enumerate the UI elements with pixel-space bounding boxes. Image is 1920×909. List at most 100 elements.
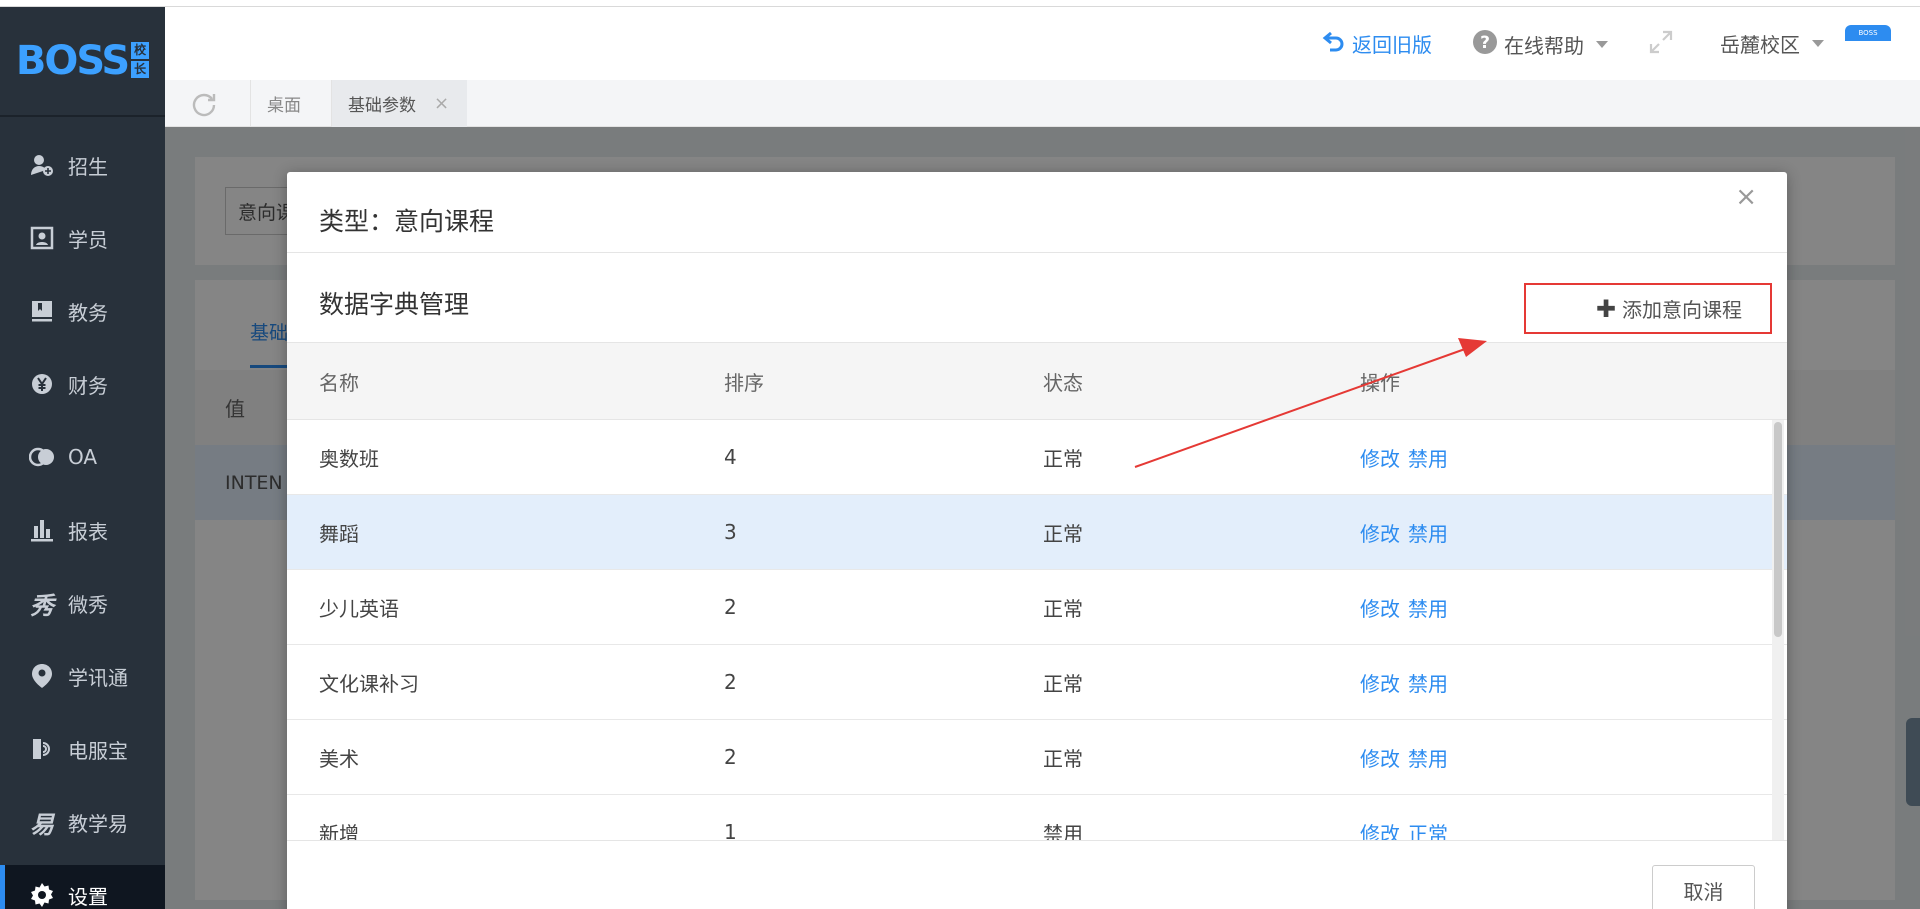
scrollbar-thumb[interactable]	[1774, 422, 1782, 637]
edit-link[interactable]: 修改	[1360, 443, 1400, 472]
sort-order: 2	[724, 745, 737, 769]
sidebar-item-jiaoxueyi[interactable]: 易 教学易	[0, 792, 165, 852]
row-actions: 修改 禁用	[1360, 420, 1456, 494]
chart-icon	[28, 516, 56, 544]
status-text: 正常	[1043, 596, 1083, 621]
expand-icon	[1648, 29, 1674, 60]
chevron-down-icon	[1812, 40, 1824, 47]
row-actions: 修改 正常	[1360, 795, 1456, 841]
phone-service-icon	[28, 735, 56, 763]
undo-icon	[1322, 29, 1346, 58]
logo[interactable]: BOSS 校 长	[0, 7, 165, 117]
sort-order: 3	[724, 520, 737, 544]
sidebar-item-academic[interactable]: 教务	[0, 281, 165, 341]
edit-link[interactable]: 修改	[1360, 593, 1400, 622]
back-old-version-link[interactable]: 返回旧版	[1322, 29, 1432, 58]
toggle-status-link[interactable]: 禁用	[1408, 668, 1448, 697]
sidebar-item-weixiu[interactable]: 秀 微秀	[0, 573, 165, 633]
teach-icon: 易	[30, 810, 54, 839]
table-row[interactable]: 文化课补习 2 正常 修改 禁用	[287, 645, 1787, 720]
toggle-status-link[interactable]: 正常	[1408, 818, 1448, 841]
edit-link[interactable]: 修改	[1360, 518, 1400, 547]
tab-basic-params[interactable]: 基础参数 ×	[331, 80, 468, 127]
sidebar-item-finance[interactable]: 财务	[0, 354, 165, 414]
campus-selector[interactable]: 岳麓校区	[1720, 29, 1824, 58]
sidebar-item-oa[interactable]: OA	[0, 427, 165, 487]
sidebar-item-dianfubao[interactable]: 电服宝	[0, 719, 165, 779]
sidebar-item-enroll[interactable]: 招生	[0, 135, 165, 195]
row-actions: 修改 禁用	[1360, 720, 1456, 794]
book-icon	[28, 297, 56, 325]
help-label: 在线帮助	[1504, 34, 1584, 58]
add-button-label: 添加意向课程	[1622, 298, 1742, 322]
table-row[interactable]: 新增 1 禁用 修改 正常	[287, 795, 1787, 840]
table-row[interactable]: 舞蹈 3 正常 修改 禁用	[287, 495, 1787, 570]
sidebar-item-label: 报表	[68, 519, 108, 544]
sidebar-item-label: 电服宝	[68, 738, 128, 763]
sidebar-item-label: OA	[68, 445, 98, 469]
course-name: 少儿英语	[319, 596, 399, 621]
weixiu-icon: 秀	[30, 591, 54, 620]
table-header: 名称 排序 状态 操作	[287, 342, 1787, 420]
dictionary-modal: 类型：意向课程 × 数据字典管理 ✚ 添加意向课程 名称 排序 状态 操作 奥数…	[287, 172, 1787, 909]
avatar-badge: BOSS	[1845, 25, 1891, 41]
scrollbar[interactable]	[1772, 420, 1784, 840]
edit-link[interactable]: 修改	[1360, 668, 1400, 697]
svg-text:?: ?	[1480, 33, 1490, 53]
gear-icon	[28, 881, 56, 909]
edit-link[interactable]: 修改	[1360, 743, 1400, 772]
refresh-icon[interactable]	[191, 91, 217, 121]
plus-icon: ✚	[1595, 294, 1616, 323]
sidebar-item-settings[interactable]: 设置	[0, 865, 165, 909]
enroll-icon	[28, 151, 56, 179]
tab-label: 桌面	[267, 96, 301, 116]
online-help-menu[interactable]: ? 在线帮助	[1472, 29, 1608, 60]
row-actions: 修改 禁用	[1360, 495, 1456, 569]
cancel-button[interactable]: 取消	[1652, 865, 1755, 909]
row-actions: 修改 禁用	[1360, 570, 1456, 644]
toggle-status-link[interactable]: 禁用	[1408, 743, 1448, 772]
table-row[interactable]: 少儿英语 2 正常 修改 禁用	[287, 570, 1787, 645]
divider	[287, 840, 1787, 841]
tab-bar: 桌面 基础参数 ×	[165, 80, 1920, 127]
floating-widget[interactable]	[1906, 718, 1920, 806]
table-row[interactable]: 奥数班 4 正常 修改 禁用	[287, 420, 1787, 495]
sidebar-item-label: 学员	[68, 227, 108, 252]
sidebar-item-report[interactable]: 报表	[0, 500, 165, 560]
column-header-actions: 操作	[1360, 370, 1400, 395]
tab-close-icon[interactable]: ×	[434, 93, 449, 114]
column-header-status: 状态	[1043, 370, 1083, 395]
fullscreen-button[interactable]	[1648, 29, 1674, 60]
tab-desktop[interactable]: 桌面	[250, 80, 317, 127]
sidebar-item-label: 财务	[68, 373, 108, 398]
oa-icon	[28, 443, 56, 471]
course-name: 舞蹈	[319, 521, 359, 546]
tab-label: 基础参数	[348, 96, 416, 116]
modal-title: 类型：意向课程	[319, 207, 495, 236]
sidebar-item-student[interactable]: 学员	[0, 208, 165, 268]
chevron-down-icon	[1596, 41, 1608, 48]
course-name: 美术	[319, 746, 359, 771]
add-intent-course-button[interactable]: ✚ 添加意向课程	[1524, 283, 1772, 334]
sort-order: 2	[724, 595, 737, 619]
logo-badge: 校 长	[131, 42, 150, 80]
close-icon[interactable]: ×	[1735, 182, 1757, 212]
sidebar-item-label: 教学易	[68, 811, 128, 836]
back-old-label: 返回旧版	[1352, 33, 1432, 57]
logo-text: BOSS	[15, 38, 130, 84]
sidebar-item-xuexuntong[interactable]: 学讯通	[0, 646, 165, 706]
edit-link[interactable]: 修改	[1360, 818, 1400, 841]
yen-icon	[28, 370, 56, 398]
avatar[interactable]: BOSS	[1845, 25, 1891, 41]
status-text: 正常	[1043, 671, 1083, 696]
status-text: 禁用	[1043, 821, 1083, 841]
section-title: 数据字典管理	[319, 290, 470, 319]
column-header-order: 排序	[724, 370, 764, 395]
sort-order: 4	[724, 445, 737, 469]
table-row[interactable]: 美术 2 正常 修改 禁用	[287, 720, 1787, 795]
column-header-name: 名称	[319, 370, 359, 395]
toggle-status-link[interactable]: 禁用	[1408, 518, 1448, 547]
student-icon	[28, 224, 56, 252]
toggle-status-link[interactable]: 禁用	[1408, 593, 1448, 622]
toggle-status-link[interactable]: 禁用	[1408, 443, 1448, 472]
